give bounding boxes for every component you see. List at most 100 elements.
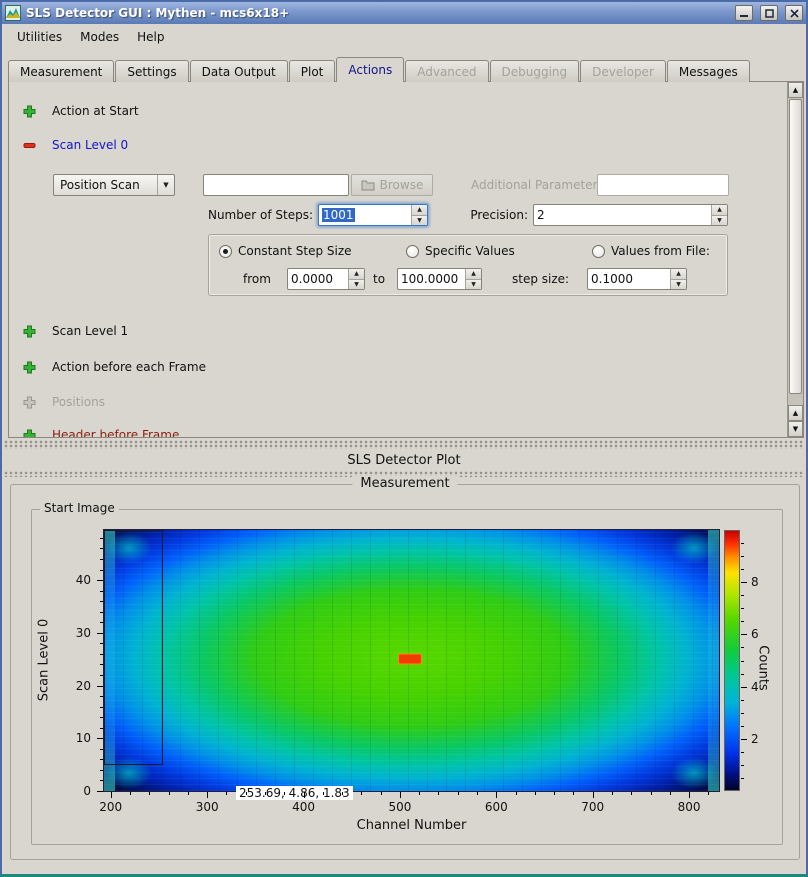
plot-canvas: 253.69, 4.86, 1.83 200300400500600700800… bbox=[32, 510, 782, 844]
z-minor-tick bbox=[741, 661, 744, 662]
number-of-steps-label: Number of Steps: bbox=[209, 204, 313, 226]
x-tick bbox=[689, 792, 690, 798]
y-tick bbox=[97, 580, 103, 581]
z-minor-tick bbox=[741, 621, 744, 622]
x-minor-tick bbox=[554, 792, 555, 795]
to-spinbox[interactable]: 100.0000 ▲▼ bbox=[397, 268, 482, 290]
y-axis: 010203040 bbox=[60, 530, 104, 791]
plus-icon[interactable] bbox=[23, 105, 36, 118]
tab-actions[interactable]: Actions bbox=[336, 57, 404, 82]
scroll-up-button[interactable]: ▲ bbox=[788, 82, 803, 98]
y-tick-label: 10 bbox=[76, 731, 91, 745]
y-minor-tick bbox=[100, 622, 103, 623]
arrow-up-icon[interactable]: ▲ bbox=[412, 205, 427, 215]
number-of-steps-spinbox[interactable]: 1001 ▲▼ bbox=[318, 204, 428, 226]
maximize-button[interactable] bbox=[760, 5, 778, 21]
arrow-up-icon[interactable]: ▲ bbox=[671, 269, 686, 279]
x-tick-label: 500 bbox=[388, 800, 411, 814]
scan-script-input[interactable] bbox=[203, 174, 349, 196]
tab-data-output[interactable]: Data Output bbox=[190, 60, 288, 82]
positions-label: Positions bbox=[52, 395, 105, 409]
plus-icon[interactable] bbox=[23, 361, 36, 374]
step-size-spinbox[interactable]: 0.1000 ▲▼ bbox=[587, 268, 687, 290]
plus-icon[interactable] bbox=[23, 325, 36, 338]
x-minor-tick bbox=[246, 792, 247, 795]
measurement-group: Measurement Start Image 253.69, 4.86, 1.… bbox=[10, 484, 800, 860]
section-action-at-start[interactable]: Action at Start bbox=[23, 102, 139, 120]
scan-level-0-label: Scan Level 0 bbox=[52, 138, 128, 152]
plus-icon[interactable] bbox=[23, 429, 36, 439]
arrow-up-icon[interactable]: ▲ bbox=[712, 205, 727, 215]
arrow-down-icon[interactable]: ▼ bbox=[412, 215, 427, 226]
y-tick bbox=[97, 791, 103, 792]
section-action-before-each-frame[interactable]: Action before each Frame bbox=[23, 358, 206, 376]
x-minor-tick bbox=[188, 792, 189, 795]
titlebar[interactable]: SLS Detector GUI : Mythen - mcs6x18+ bbox=[2, 2, 806, 24]
heatmap-canvas[interactable]: 253.69, 4.86, 1.83 bbox=[104, 530, 719, 791]
arrow-up-icon[interactable]: ▲ bbox=[349, 269, 364, 279]
y-minor-tick bbox=[100, 548, 103, 549]
minus-icon[interactable] bbox=[23, 139, 36, 152]
precision-value: 2 bbox=[534, 205, 711, 225]
menu-modes[interactable]: Modes bbox=[71, 27, 128, 47]
tab-measurement[interactable]: Measurement bbox=[8, 60, 114, 82]
x-minor-tick bbox=[631, 792, 632, 795]
tab-settings[interactable]: Settings bbox=[115, 60, 188, 82]
x-tick bbox=[304, 792, 305, 798]
scan-mode-combo[interactable]: Position Scan ▼ bbox=[53, 174, 175, 196]
y-tick-label: 30 bbox=[76, 626, 91, 640]
scan-mode-value: Position Scan bbox=[60, 178, 140, 192]
number-of-steps-value: 1001 bbox=[322, 208, 355, 222]
from-value: 0.0000 bbox=[288, 269, 348, 289]
action-before-each-frame-label: Action before each Frame bbox=[52, 360, 206, 374]
scroll-thumb[interactable] bbox=[789, 99, 802, 394]
chevron-down-icon: ▼ bbox=[157, 175, 174, 195]
minimize-button[interactable] bbox=[735, 5, 753, 21]
precision-spinbox[interactable]: 2 ▲▼ bbox=[533, 204, 728, 226]
x-minor-tick bbox=[342, 792, 343, 795]
z-tick-label: 6 bbox=[751, 627, 759, 641]
splitter-handle-top[interactable] bbox=[4, 440, 804, 449]
scroll-down-button[interactable]: ▼ bbox=[788, 421, 803, 437]
x-tick bbox=[400, 792, 401, 798]
section-header-before-frame[interactable]: Header before Frame bbox=[23, 426, 179, 438]
y-minor-tick bbox=[100, 654, 103, 655]
arrow-down-icon[interactable]: ▼ bbox=[349, 279, 364, 290]
vertical-scrollbar[interactable]: ▲ ▲ ▼ bbox=[787, 82, 803, 437]
from-spinbox[interactable]: 0.0000 ▲▼ bbox=[287, 268, 365, 290]
step-size-value: 0.1000 bbox=[588, 269, 670, 289]
close-button[interactable] bbox=[785, 5, 803, 21]
heatmap-peak bbox=[399, 655, 421, 664]
section-scan-level-1[interactable]: Scan Level 1 bbox=[23, 322, 128, 340]
plus-icon-disabled bbox=[23, 396, 36, 409]
menu-utilities[interactable]: Utilities bbox=[8, 27, 71, 47]
x-minor-tick bbox=[419, 792, 420, 795]
arrow-down-icon[interactable]: ▼ bbox=[712, 215, 727, 226]
x-tick bbox=[207, 792, 208, 798]
arrow-down-icon[interactable]: ▼ bbox=[466, 279, 481, 290]
radio-specific-values[interactable]: Specific Values bbox=[406, 243, 515, 259]
menubar: Utilities Modes Help bbox=[2, 24, 806, 50]
section-scan-level-0[interactable]: Scan Level 0 bbox=[23, 136, 128, 154]
menu-help[interactable]: Help bbox=[128, 27, 173, 47]
tab-messages[interactable]: Messages bbox=[667, 60, 750, 82]
x-minor-tick bbox=[651, 792, 652, 795]
arrow-up-icon[interactable]: ▲ bbox=[466, 269, 481, 279]
x-minor-tick bbox=[284, 792, 285, 795]
plot-dock-title: SLS Detector Plot bbox=[2, 453, 806, 468]
corner-artifact bbox=[671, 757, 717, 789]
additional-parameter-input[interactable] bbox=[597, 174, 729, 196]
y-axis-title: Scan Level 0 bbox=[37, 619, 52, 701]
scroll-up-button-2[interactable]: ▲ bbox=[788, 405, 803, 421]
radio-constant-label: Constant Step Size bbox=[238, 244, 352, 258]
x-minor-tick bbox=[708, 792, 709, 795]
tab-developer: Developer bbox=[580, 60, 666, 82]
x-tick-label: 600 bbox=[485, 800, 508, 814]
radio-values-from-file[interactable]: Values from File: bbox=[592, 243, 710, 259]
x-minor-tick bbox=[169, 792, 170, 795]
radio-constant-step-size[interactable]: Constant Step Size bbox=[219, 243, 352, 259]
arrow-down-icon[interactable]: ▼ bbox=[671, 279, 686, 290]
x-minor-tick bbox=[535, 792, 536, 795]
zoom-selection-rect bbox=[104, 530, 163, 765]
tab-plot[interactable]: Plot bbox=[289, 60, 336, 82]
